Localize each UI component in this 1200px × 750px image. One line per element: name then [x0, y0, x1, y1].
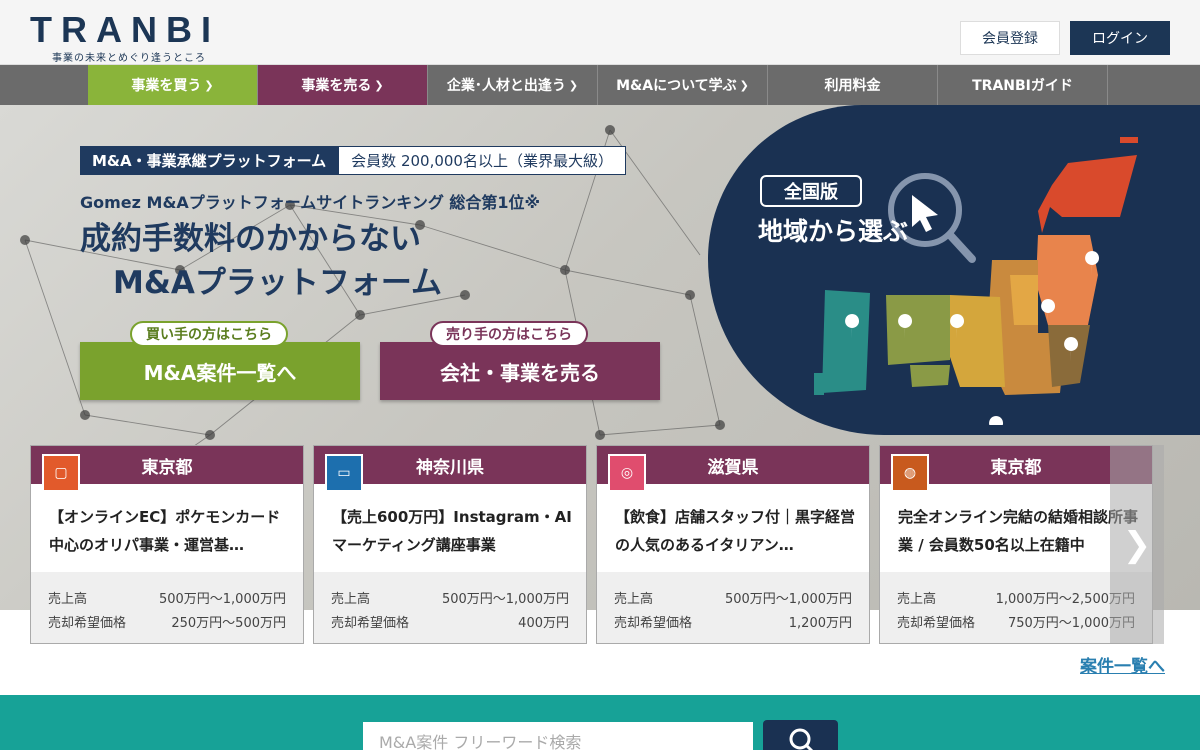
nav-item-learn[interactable]: M&Aについて学ぶ ❯ — [598, 65, 768, 105]
seller-tag: 売り手の方はこちら — [430, 321, 588, 347]
sales-value: 500万円〜1,000万円 — [158, 592, 286, 607]
card-title[interactable]: 【オンラインEC】ポケモンカード中心のオリパ事業・運営基… — [49, 503, 289, 559]
shopping-bag-icon: ▢ — [42, 454, 80, 492]
nav-item-label: TRANBIガイド — [972, 78, 1073, 94]
search-input[interactable] — [363, 722, 753, 750]
map-title[interactable]: 地域から選ぶ — [758, 212, 908, 248]
card-details: 売上高 500万円〜1,000万円 売却希望価格 250万円〜500万円 — [31, 572, 303, 643]
chevron-down-icon: ❯ — [204, 78, 214, 92]
nav-item-pricing[interactable]: 利用料金 — [768, 65, 938, 105]
card-title[interactable]: 【飲食】店舗スタッフ付｜黒字経営の人気のあるイタリアン… — [615, 503, 855, 559]
tennis-icon: ◍ — [891, 454, 929, 492]
headline-line-2: M&Aプラットフォーム — [113, 265, 442, 301]
chevron-down-icon: ❯ — [739, 78, 749, 92]
price-label: 売却希望価格 — [48, 616, 127, 631]
seller-cta-button[interactable]: 会社・事業を売る — [380, 342, 660, 400]
logo-tagline: 事業の未来とめぐり逢うところ — [52, 53, 206, 64]
price-value: 400万円 — [518, 616, 569, 631]
search-button[interactable] — [763, 720, 838, 750]
listing-card[interactable]: 神奈川県 ▭ 【売上600万円】Instagram・AIマーケティング講座事業 … — [313, 445, 587, 644]
sales-label: 売上高 — [48, 592, 88, 607]
nav-item-label: 事業を売る — [301, 78, 372, 94]
japan-map[interactable] — [800, 125, 1160, 425]
carousel-next-icon[interactable]: ❯ — [1110, 445, 1164, 644]
price-label: 売却希望価格 — [331, 616, 410, 631]
nav-item-guide[interactable]: TRANBIガイド — [938, 65, 1108, 105]
login-button[interactable]: ログイン — [1070, 21, 1170, 55]
site-header: TRANBI 事業の未来とめぐり逢うところ 会員登録 ログイン — [0, 0, 1200, 65]
nav-item-label: 事業を買う — [131, 78, 202, 94]
buyer-tag: 買い手の方はこちら — [130, 321, 288, 347]
chevron-down-icon: ❯ — [374, 78, 384, 92]
ranking-text: Gomez M&Aプラットフォームサイトランキング 総合第1位※ — [80, 193, 541, 212]
sales-value: 500万円〜1,000万円 — [441, 592, 569, 607]
buyer-cta-button[interactable]: M&A案件一覧へ — [80, 342, 360, 400]
logo-text: TRANBI — [30, 9, 220, 50]
card-title[interactable]: 完全オンライン完結の結婚相談所事業 / 会員数50名以上在籍中 — [898, 503, 1138, 559]
price-label: 売却希望価格 — [897, 616, 976, 631]
register-button[interactable]: 会員登録 — [960, 21, 1060, 55]
sales-label: 売上高 — [331, 592, 371, 607]
platform-badge: M&A・事業承継プラットフォーム 会員数 200,000名以上（業界最大級） — [80, 146, 626, 175]
nav-item-sell[interactable]: 事業を売る ❯ — [258, 65, 428, 105]
nav-item-buy[interactable]: 事業を買う ❯ — [88, 65, 258, 105]
sales-value: 500万円〜1,000万円 — [724, 592, 852, 607]
listings-more-link[interactable]: 案件一覧へ — [1080, 652, 1165, 677]
sales-label: 売上高 — [614, 592, 654, 607]
hero-headline: 成約手数料のかからない M&Aプラットフォーム — [80, 217, 442, 305]
card-title[interactable]: 【売上600万円】Instagram・AIマーケティング講座事業 — [332, 503, 572, 559]
listing-card[interactable]: 滋賀県 ◎ 【飲食】店舗スタッフ付｜黒字経営の人気のあるイタリアン… 売上高 50… — [596, 445, 870, 644]
sales-label: 売上高 — [897, 592, 937, 607]
headline-line-1: 成約手数料のかからない — [80, 221, 421, 257]
search-icon — [789, 728, 813, 750]
dining-icon: ◎ — [608, 454, 646, 492]
chevron-down-icon: ❯ — [568, 78, 579, 92]
monitor-icon: ▭ — [325, 454, 363, 492]
nav-item-meet[interactable]: 企業･人材と出逢う ❯ — [428, 65, 598, 105]
listing-card[interactable]: 東京都 ▢ 【オンラインEC】ポケモンカード中心のオリパ事業・運営基… 売上高 5… — [30, 445, 304, 644]
logo[interactable]: TRANBI 事業の未来とめぐり逢うところ — [30, 9, 230, 65]
platform-badge-label: M&A・事業承継プラットフォーム — [80, 146, 339, 175]
price-label: 売却希望価格 — [614, 616, 693, 631]
member-count-badge: 会員数 200,000名以上（業界最大級） — [338, 146, 626, 175]
card-details: 売上高 500万円〜1,000万円 売却希望価格 1,200万円 — [597, 572, 869, 643]
card-details: 売上高 500万円〜1,000万円 売却希望価格 400万円 — [314, 572, 586, 643]
price-value: 250万円〜500万円 — [171, 616, 286, 631]
nav-item-label: M&Aについて学ぶ — [616, 78, 737, 94]
map-badge: 全国版 — [760, 175, 862, 207]
price-value: 1,200万円 — [788, 616, 852, 631]
nav-item-label: 企業･人材と出逢う — [446, 78, 566, 94]
nav-item-label: 利用料金 — [824, 78, 881, 94]
main-nav: 事業を買う ❯ 事業を売る ❯ 企業･人材と出逢う ❯ M&Aについて学ぶ ❯ 利用料金… — [0, 65, 1200, 105]
